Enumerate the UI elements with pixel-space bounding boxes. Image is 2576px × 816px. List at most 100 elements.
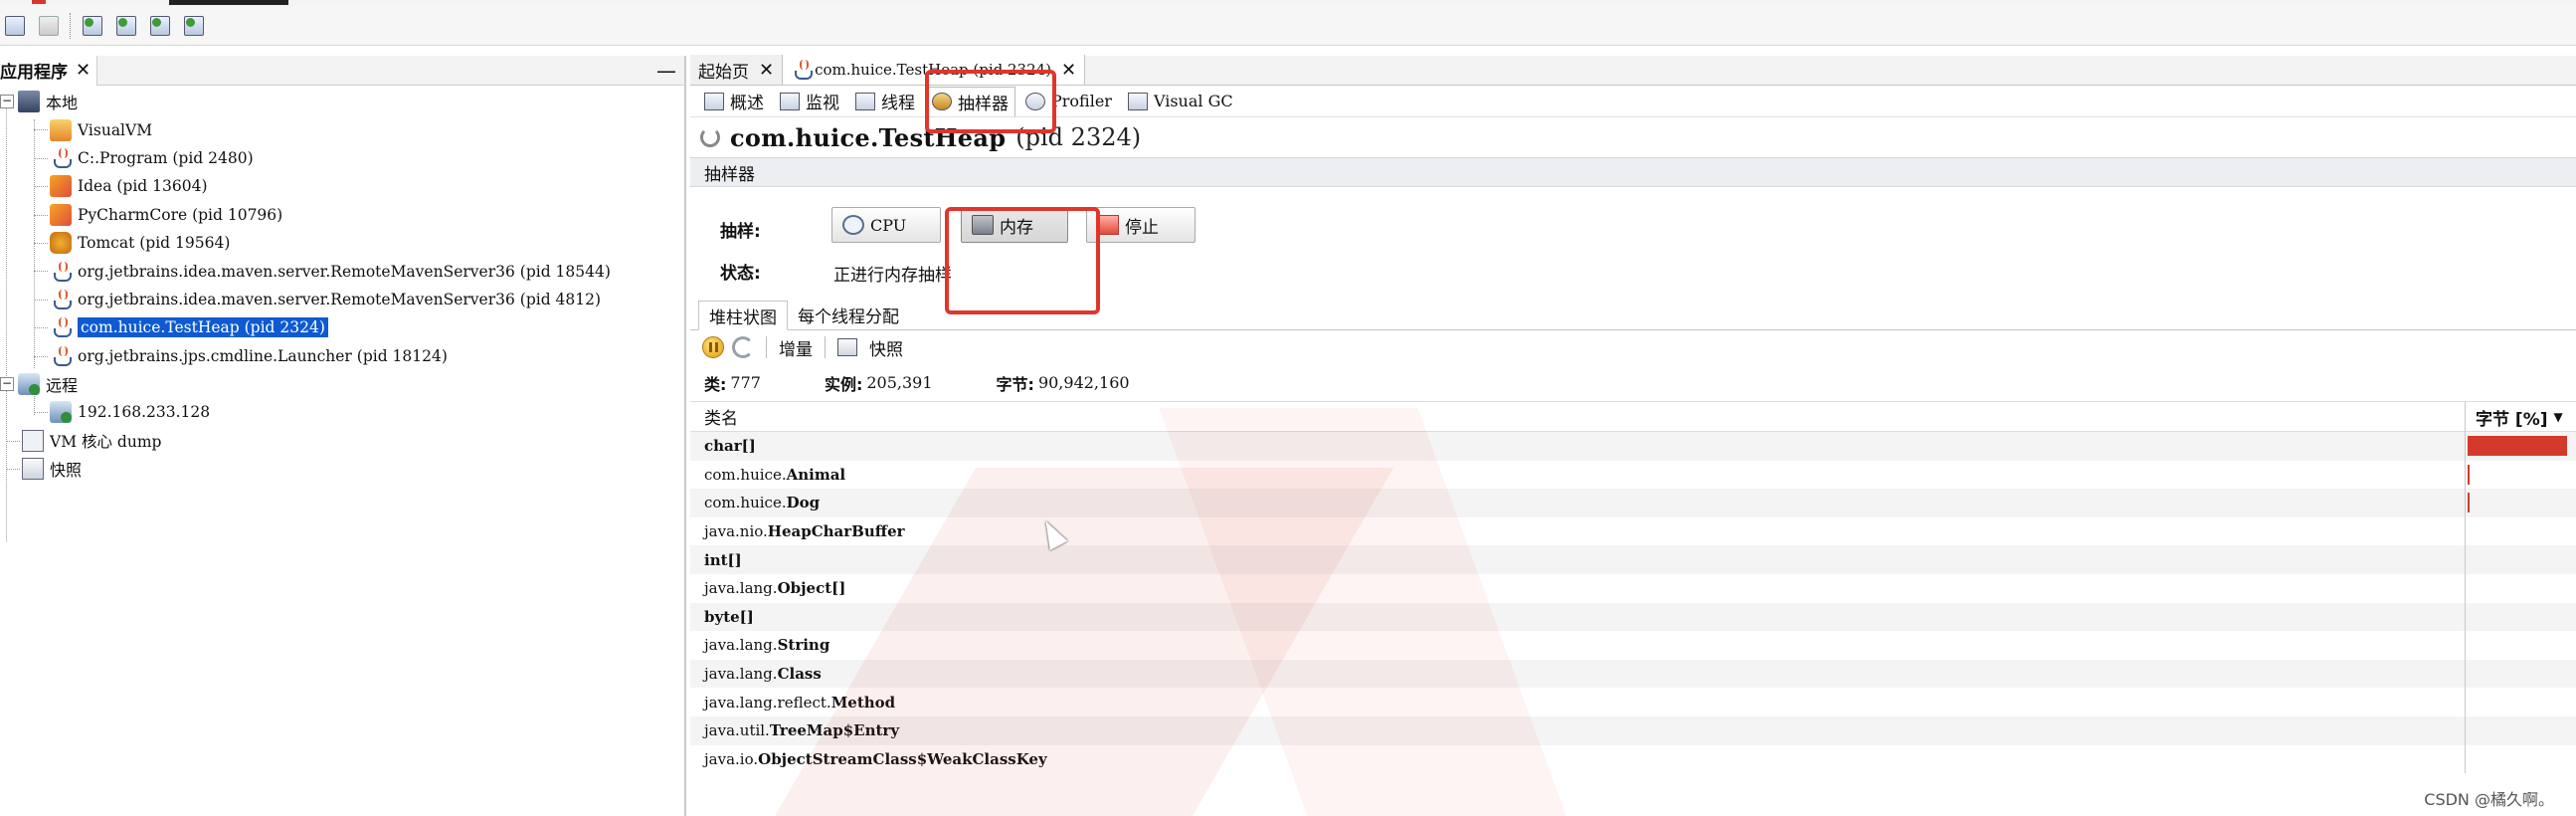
tree-node-remote[interactable]: − 远程: [0, 370, 684, 398]
class-name-cell: java.lang.reflect.Method: [690, 694, 895, 712]
classes-value: 777: [730, 373, 761, 392]
table-row[interactable]: java.lang.Object[]: [690, 573, 2576, 603]
monitor-icon: [780, 92, 800, 110]
tree-item-label: org.jetbrains.idea.maven.server.RemoteMa…: [78, 262, 611, 281]
collapse-toggle[interactable]: −: [0, 95, 14, 109]
bytes-percent-cell: [2465, 432, 2576, 461]
histogram-toolbar: 增量 快照: [690, 330, 2576, 364]
cpu-sample-button[interactable]: CPU: [831, 207, 941, 243]
minimize-icon[interactable]: —: [656, 59, 676, 83]
highlight-memory-button: [945, 207, 1100, 314]
tab-heap-histogram[interactable]: 堆柱状图: [698, 301, 788, 330]
applications-tab-label: 应用程序: [0, 63, 68, 83]
bytes-percent-cell: [2465, 688, 2576, 716]
sampler-section-header: 抽样器: [690, 157, 2576, 187]
table-row[interactable]: char[]: [690, 432, 2576, 461]
bytes-percent-cell: [2465, 573, 2576, 603]
add-remote-host-icon[interactable]: [113, 13, 139, 39]
histogram-stats: 类: 777 实例: 205,391 字节: 90,942,160: [690, 364, 2576, 402]
bytes-percent-cell: [2465, 715, 2576, 745]
bytes-percent-bar: [2468, 464, 2470, 485]
bytes-percent-bar: [2468, 436, 2567, 456]
cpu-icon: [842, 215, 864, 235]
toolbar-separator: [825, 336, 826, 358]
table-row[interactable]: java.util.TreeMap$Entry: [690, 715, 2576, 745]
close-icon[interactable]: ✕: [759, 60, 774, 81]
class-package: java.nio.: [704, 522, 768, 541]
credit-watermark: CSDN @橘久啊。: [2424, 790, 2554, 809]
stop-button[interactable]: 停止: [1086, 207, 1196, 243]
snapshot-button[interactable]: 快照: [869, 335, 903, 360]
class-simple-name: Object[]: [777, 579, 846, 598]
collapse-toggle[interactable]: −: [0, 377, 14, 392]
table-row[interactable]: int[]: [690, 545, 2576, 574]
tree-item-process[interactable]: org.jetbrains.idea.maven.server.RemoteMa…: [0, 257, 684, 285]
close-icon[interactable]: ✕: [76, 60, 91, 81]
column-header-class-name[interactable]: 类名: [690, 404, 738, 429]
tab-monitor[interactable]: 监视: [774, 87, 845, 116]
jetbrains-icon: [50, 175, 72, 198]
close-icon[interactable]: ✕: [1061, 60, 1076, 81]
class-name-cell: java.lang.Object[]: [690, 579, 845, 597]
table-row[interactable]: java.lang.String: [690, 631, 2576, 660]
pause-icon[interactable]: [702, 336, 724, 358]
class-package: java.util.: [704, 721, 770, 740]
toolbar-separator: [766, 336, 767, 358]
table-row[interactable]: byte[]: [690, 602, 2576, 632]
tree-item-remote-host[interactable]: 192.168.233.128: [0, 398, 684, 426]
table-row[interactable]: java.io.ObjectStreamClass$WeakClassKey: [690, 744, 2576, 774]
save-icon[interactable]: [36, 13, 62, 39]
tree-item-process[interactable]: C:.Program (pid 2480): [0, 144, 684, 172]
tree-node-local[interactable]: − 本地: [0, 88, 684, 115]
tree-item-process[interactable]: org.jetbrains.jps.cmdline.Launcher (pid …: [0, 342, 684, 370]
tree-node-label: VM 核心 dump: [50, 432, 162, 451]
tree-node-core-dump[interactable]: VM 核心 dump: [0, 427, 684, 455]
tab-threads[interactable]: 线程: [849, 87, 921, 116]
tab-label: 监视: [806, 94, 839, 113]
tree-item-process[interactable]: PyCharmCore (pid 10796): [0, 201, 684, 229]
table-row[interactable]: java.lang.reflect.Method: [690, 688, 2576, 716]
instances-value: 205,391: [866, 373, 933, 392]
refresh-icon[interactable]: [732, 336, 754, 358]
delta-button[interactable]: 增量: [779, 335, 813, 360]
tree-item-process[interactable]: org.jetbrains.idea.maven.server.RemoteMa…: [0, 286, 684, 313]
add-jmx-icon[interactable]: [80, 13, 105, 39]
class-name-cell: char[]: [690, 437, 756, 455]
class-package: java.lang.: [704, 579, 778, 598]
add-snapshot-icon[interactable]: [181, 13, 207, 39]
column-header-bytes[interactable]: 字节 [%] ▼: [2465, 402, 2576, 432]
tab-visual-gc[interactable]: Visual GC: [1122, 87, 1239, 116]
class-name-cell: int[]: [690, 551, 742, 569]
tree-item-label: org.jetbrains.jps.cmdline.Launcher (pid …: [78, 346, 448, 365]
tree-item-visualvm[interactable]: VisualVM: [0, 115, 684, 143]
tree-item-label: org.jetbrains.idea.maven.server.RemoteMa…: [78, 290, 602, 308]
bytes-value: 90,942,160: [1037, 373, 1130, 392]
applications-tab[interactable]: 应用程序 ✕: [0, 55, 98, 86]
tree-item-label: VisualVM: [78, 120, 153, 139]
highlight-sampler-tab: [925, 70, 1056, 133]
tree-item-process-selected[interactable]: com.huice.TestHeap (pid 2324): [0, 313, 684, 341]
tree-item-process[interactable]: Tomcat (pid 19564): [0, 229, 684, 257]
table-row[interactable]: java.lang.Class: [690, 659, 2576, 689]
table-row[interactable]: com.huice.Dog: [690, 489, 2576, 517]
class-package: com.huice.: [704, 494, 787, 512]
snapshot-icon: [837, 338, 857, 356]
class-simple-name: Animal: [786, 465, 846, 484]
add-core-dump-icon[interactable]: [147, 13, 173, 39]
bytes-percent-cell: [2465, 489, 2576, 517]
tree-item-label: PyCharmCore (pid 10796): [78, 205, 283, 224]
tab-start-page[interactable]: 起始页 ✕: [690, 55, 784, 85]
table-row[interactable]: java.nio.HeapCharBuffer: [690, 516, 2576, 546]
open-file-icon[interactable]: [2, 13, 28, 39]
heap-histogram-table: 类名 字节 [%] ▼ char[] com.huice.Animal com.hu…: [690, 402, 2576, 774]
tree-item-process[interactable]: Idea (pid 13604): [0, 172, 684, 200]
visualvm-icon: [50, 118, 72, 141]
tab-overview[interactable]: 概述: [698, 87, 770, 116]
tab-per-thread-allocations[interactable]: 每个线程分配: [788, 300, 909, 329]
instances-label: 实例:: [824, 374, 863, 394]
tree-node-snapshots[interactable]: 快照: [0, 455, 684, 483]
main-content: 起始页 ✕ com.huice.TestHeap (pid 2324) ✕ 概述…: [690, 55, 2576, 816]
class-simple-name: HeapCharBuffer: [767, 522, 905, 541]
class-simple-name: Class: [777, 665, 822, 684]
table-row[interactable]: com.huice.Animal: [690, 460, 2576, 490]
